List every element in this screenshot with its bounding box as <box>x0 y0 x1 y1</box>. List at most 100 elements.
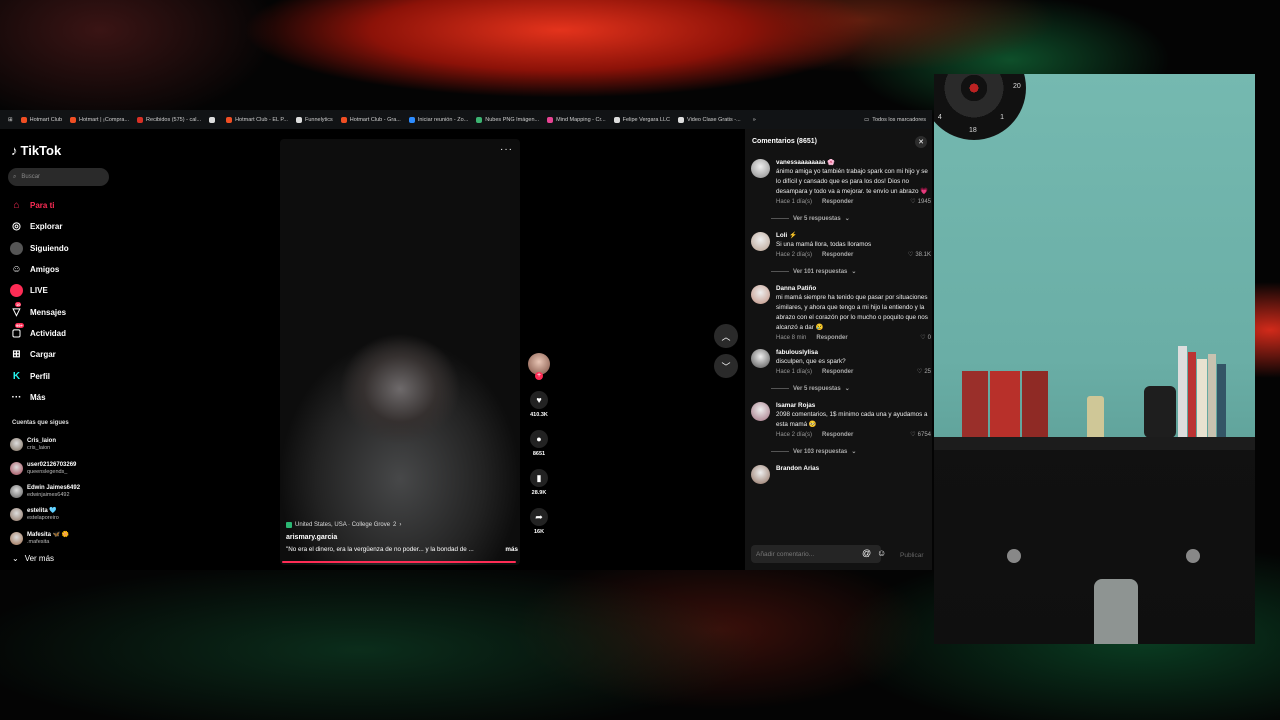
commenter-avatar[interactable] <box>751 349 770 368</box>
nav-item-actividad[interactable]: ▢ 99+ Actividad <box>10 322 118 344</box>
bookmark-item[interactable]: Hotmart | ¡Compra... <box>66 116 133 123</box>
view-replies-button[interactable]: Ver 101 respuestas ⌄ <box>771 268 931 275</box>
comment-username[interactable]: Danna Patiño <box>776 285 931 293</box>
bookmark-item[interactable]: Felipe Vergara LLC <box>610 116 674 123</box>
apps-grid-icon[interactable]: ⊞ <box>4 117 17 123</box>
bookmark-item[interactable] <box>205 116 222 123</box>
bookmarks-more-icon[interactable]: » <box>749 117 760 123</box>
nav-label: LIVE <box>30 286 48 296</box>
chevron-down-icon: ⌄ <box>851 269 857 275</box>
account-handle: edwinjaimes6492 <box>27 491 70 498</box>
nav-item-para-ti[interactable]: ⌂ Para ti <box>10 195 118 216</box>
comment-like-button[interactable]: ♡ 6754 <box>910 431 931 439</box>
nav-item-amigos[interactable]: ☺ Amigos <box>10 259 118 280</box>
all-bookmarks-button[interactable]: ▭ Todos los marcadores <box>864 110 926 129</box>
nav-item-cargar[interactable]: ⊞ Cargar <box>10 344 118 365</box>
followed-account[interactable]: Cris_laion cris_laion <box>10 433 118 456</box>
comment-text: 2098 comentarios, 1$ mínimo cada una y a… <box>776 411 928 428</box>
commenter-avatar[interactable] <box>751 232 770 251</box>
vase <box>1144 386 1176 438</box>
share-button[interactable]: ➦ 16K <box>527 508 551 535</box>
next-video-button[interactable]: ﹀ <box>714 354 738 378</box>
sidebar-nav: ⌂ Para ti ◎ Explorar Siguiendo ☺ Amigos LIVE ▽ 10… <box>10 195 118 408</box>
view-replies-label: Ver 103 respuestas <box>793 448 848 455</box>
view-replies-button[interactable]: Ver 5 respuestas ⌄ <box>771 385 931 392</box>
book <box>1197 359 1207 441</box>
video-player[interactable] <box>280 139 520 565</box>
video-author[interactable]: arismary.garcia <box>286 534 518 541</box>
follow-plus-icon[interactable]: + <box>535 372 543 380</box>
comment-footer: Hace 1 día(s) Responder ♡ 25 <box>776 368 931 376</box>
see-more-button[interactable]: ⌄ Ver más <box>12 554 54 563</box>
comment-button[interactable]: ● 8651 <box>527 430 551 457</box>
bookmark-icon: ▮ <box>530 469 548 487</box>
comment-username[interactable]: Isamar Rojas <box>776 402 931 410</box>
comment-username[interactable]: vanessaaaaaaaa 🌸 <box>776 159 931 167</box>
video-progress-bar[interactable] <box>282 561 516 563</box>
bookmark-label: Recibidos (575) - cal... <box>146 116 202 123</box>
account-text: estelita 🩵 estelaporeiro <box>27 508 59 521</box>
comment-like-button[interactable]: ♡ 1945 <box>910 198 931 206</box>
caption-more-button[interactable]: más <box>505 546 518 553</box>
reply-button[interactable]: Responder <box>822 199 853 205</box>
like-button[interactable]: ♥ 410.3K <box>527 391 551 418</box>
followed-account[interactable]: Mafesita 🦋 🌼 .mafesita <box>10 527 118 550</box>
creator-avatar[interactable]: + <box>528 353 550 380</box>
view-replies-label: Ver 5 respuestas <box>793 215 841 222</box>
nav-item-explorar[interactable]: ◎ Explorar <box>10 216 118 237</box>
commenter-avatar[interactable] <box>751 159 770 178</box>
comment-body: fabulouslylisa disculpen, que es spark? Ha… <box>776 349 931 375</box>
reply-button[interactable]: Responder <box>822 432 853 438</box>
webcam-overlay: 2011841317319 <box>934 74 1255 644</box>
account-handle: estelaporeiro <box>27 515 59 522</box>
nav-item-más[interactable]: ··· Más <box>10 387 118 408</box>
bookmark-item[interactable]: Video Clase Gratis -... <box>674 116 745 123</box>
followed-account[interactable]: estelita 🩵 estelaporeiro <box>10 503 118 526</box>
tiktok-logo[interactable]: ♪ TikTok <box>11 143 61 158</box>
view-replies-button[interactable]: Ver 103 respuestas ⌄ <box>771 448 931 455</box>
comment-like-button[interactable]: ♡ 38.1K <box>908 251 931 259</box>
comments-list[interactable]: vanessaaaaaaaa 🌸 ánimo amiga yo también t… <box>751 159 931 521</box>
dartboard-number: 4 <box>937 114 942 122</box>
view-replies-button[interactable]: Ver 5 respuestas ⌄ <box>771 215 931 222</box>
comment-like-button[interactable]: ♡ 0 <box>920 334 931 342</box>
search-input[interactable]: ⌕ Buscar <box>8 168 109 186</box>
nav-item-siguiendo[interactable]: Siguiendo <box>10 238 118 259</box>
nav-item-perfil[interactable]: K Perfil <box>10 365 118 386</box>
nav-item-live[interactable]: LIVE <box>10 280 118 301</box>
comment-like-button[interactable]: ♡ 25 <box>917 368 931 376</box>
reply-button[interactable]: Responder <box>822 369 853 375</box>
bookmark-item[interactable]: Hotmart Club <box>17 116 66 123</box>
emoji-icon[interactable]: ☺ <box>877 548 886 558</box>
bookmark-item[interactable]: Nubes PNG Imágen... <box>472 116 543 123</box>
close-comments-button[interactable]: ✕ <box>915 136 927 148</box>
bookmark-label: Funnelytics <box>304 116 333 123</box>
bookmark-item[interactable]: Hotmart Club - EL P... <box>222 116 292 123</box>
followed-account[interactable]: user02126703269 queenslegends_ <box>10 456 118 479</box>
bookmark-item[interactable]: Funnelytics <box>292 116 337 123</box>
reply-button[interactable]: Responder <box>822 252 853 258</box>
chevron-down-icon: ⌄ <box>844 386 850 392</box>
bookmark-item[interactable]: Recibidos (575) - cal... <box>133 116 205 123</box>
commenter-avatar[interactable] <box>751 285 770 304</box>
chevron-down-icon: ⌄ <box>844 216 850 222</box>
save-button[interactable]: ▮ 28.9K <box>527 469 551 496</box>
comment-username[interactable]: Brandon Arias <box>776 465 931 473</box>
bookmark-label: Hotmart | ¡Compra... <box>79 116 130 123</box>
commenter-avatar[interactable] <box>751 402 770 421</box>
followed-account[interactable]: Edwin Jaimes6492 edwinjaimes6492 <box>10 480 118 503</box>
nav-label: Mensajes <box>30 307 67 317</box>
video-options-icon[interactable]: ··· <box>500 144 513 155</box>
publish-button[interactable]: Publicar <box>900 552 923 559</box>
bookmark-item[interactable]: Mind Mapping - Cr... <box>543 116 610 123</box>
reply-button[interactable]: Responder <box>816 335 847 341</box>
mention-icon[interactable]: @ <box>862 548 871 558</box>
nav-item-mensajes[interactable]: ▽ 10 Mensajes <box>10 301 118 322</box>
commenter-avatar[interactable] <box>751 465 770 484</box>
bookmark-item[interactable]: Hotmart Club - Gra... <box>337 116 405 123</box>
comment-username[interactable]: fabulouslylisa <box>776 349 931 357</box>
video-location[interactable]: United States, USA · College Grove 2 › <box>286 522 518 528</box>
previous-video-button[interactable]: ︿ <box>714 324 738 348</box>
comment-username[interactable]: Loli ⚡ <box>776 232 931 240</box>
bookmark-item[interactable]: Iniciar reunión - Zo... <box>405 116 472 123</box>
